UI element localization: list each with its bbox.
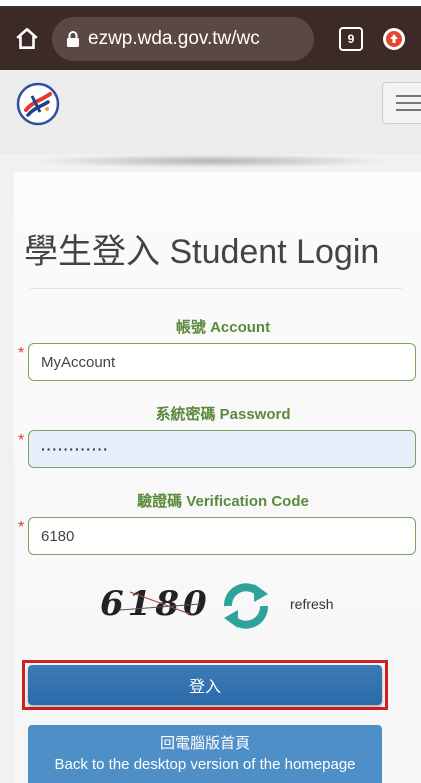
password-label: 系統密碼 Password xyxy=(155,406,291,423)
login-button[interactable]: 登入 xyxy=(28,665,382,705)
home-icon xyxy=(16,27,38,49)
back-button-line2: Back to the desktop version of the homep… xyxy=(54,756,356,773)
account-label: 帳號 Account xyxy=(175,319,271,336)
captcha-image: 6180 xyxy=(100,584,218,624)
browser-menu-icon xyxy=(383,28,405,50)
captcha-row: 6180 refresh xyxy=(100,580,400,632)
browser-menu-button[interactable] xyxy=(374,14,414,64)
hamburger-menu-icon[interactable] xyxy=(382,82,421,124)
browser-toolbar: ezwp.wda.gov.tw/wc 9 xyxy=(0,8,421,70)
password-input[interactable]: ············ xyxy=(28,430,416,468)
header-shadow xyxy=(30,154,391,168)
url-text: ezwp.wda.gov.tw/wc xyxy=(88,28,260,49)
home-button[interactable] xyxy=(2,14,52,64)
tabs-button[interactable]: 9 xyxy=(328,14,374,64)
divider xyxy=(30,288,402,289)
refresh-link[interactable]: refresh xyxy=(290,596,334,612)
site-logo[interactable] xyxy=(16,82,60,126)
verification-label: 驗證碼 Verification Code xyxy=(137,493,309,510)
required-mark: * xyxy=(18,432,25,449)
refresh-icon[interactable] xyxy=(218,580,274,632)
address-bar[interactable]: ezwp.wda.gov.tw/wc xyxy=(52,17,314,61)
account-input[interactable]: MyAccount xyxy=(28,343,416,381)
verification-input[interactable]: 6180 xyxy=(28,517,416,555)
top-edge xyxy=(0,0,421,8)
required-mark: * xyxy=(18,345,25,362)
site-header xyxy=(0,70,421,154)
required-mark: * xyxy=(18,519,25,536)
back-to-desktop-button[interactable]: 回電腦版首頁 Back to the desktop version of th… xyxy=(28,725,382,783)
captcha-noise xyxy=(119,591,201,615)
back-button-line1: 回電腦版首頁 xyxy=(159,735,250,752)
lock-icon xyxy=(66,30,80,48)
page-title: 學生登入 Student Login xyxy=(24,233,380,271)
tabs-icon: 9 xyxy=(339,27,363,51)
